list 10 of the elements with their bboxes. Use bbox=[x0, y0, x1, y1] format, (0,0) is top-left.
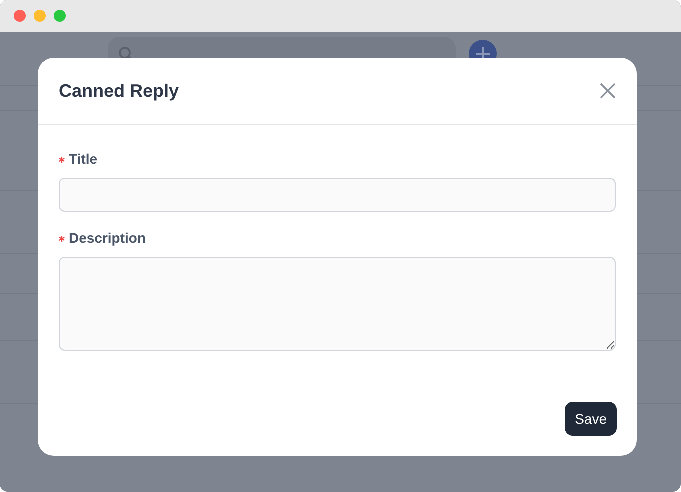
zoom-window-button[interactable] bbox=[54, 10, 66, 22]
dialog-title: Canned Reply bbox=[59, 80, 180, 103]
close-window-button[interactable] bbox=[14, 10, 26, 22]
minimize-window-button[interactable] bbox=[34, 10, 46, 22]
close-icon[interactable] bbox=[600, 83, 616, 99]
field-label: Description bbox=[69, 229, 146, 248]
save-button[interactable]: Save bbox=[565, 402, 617, 436]
field-label: Title bbox=[69, 150, 98, 169]
title-field[interactable] bbox=[59, 178, 616, 212]
description-field[interactable] bbox=[59, 257, 616, 351]
